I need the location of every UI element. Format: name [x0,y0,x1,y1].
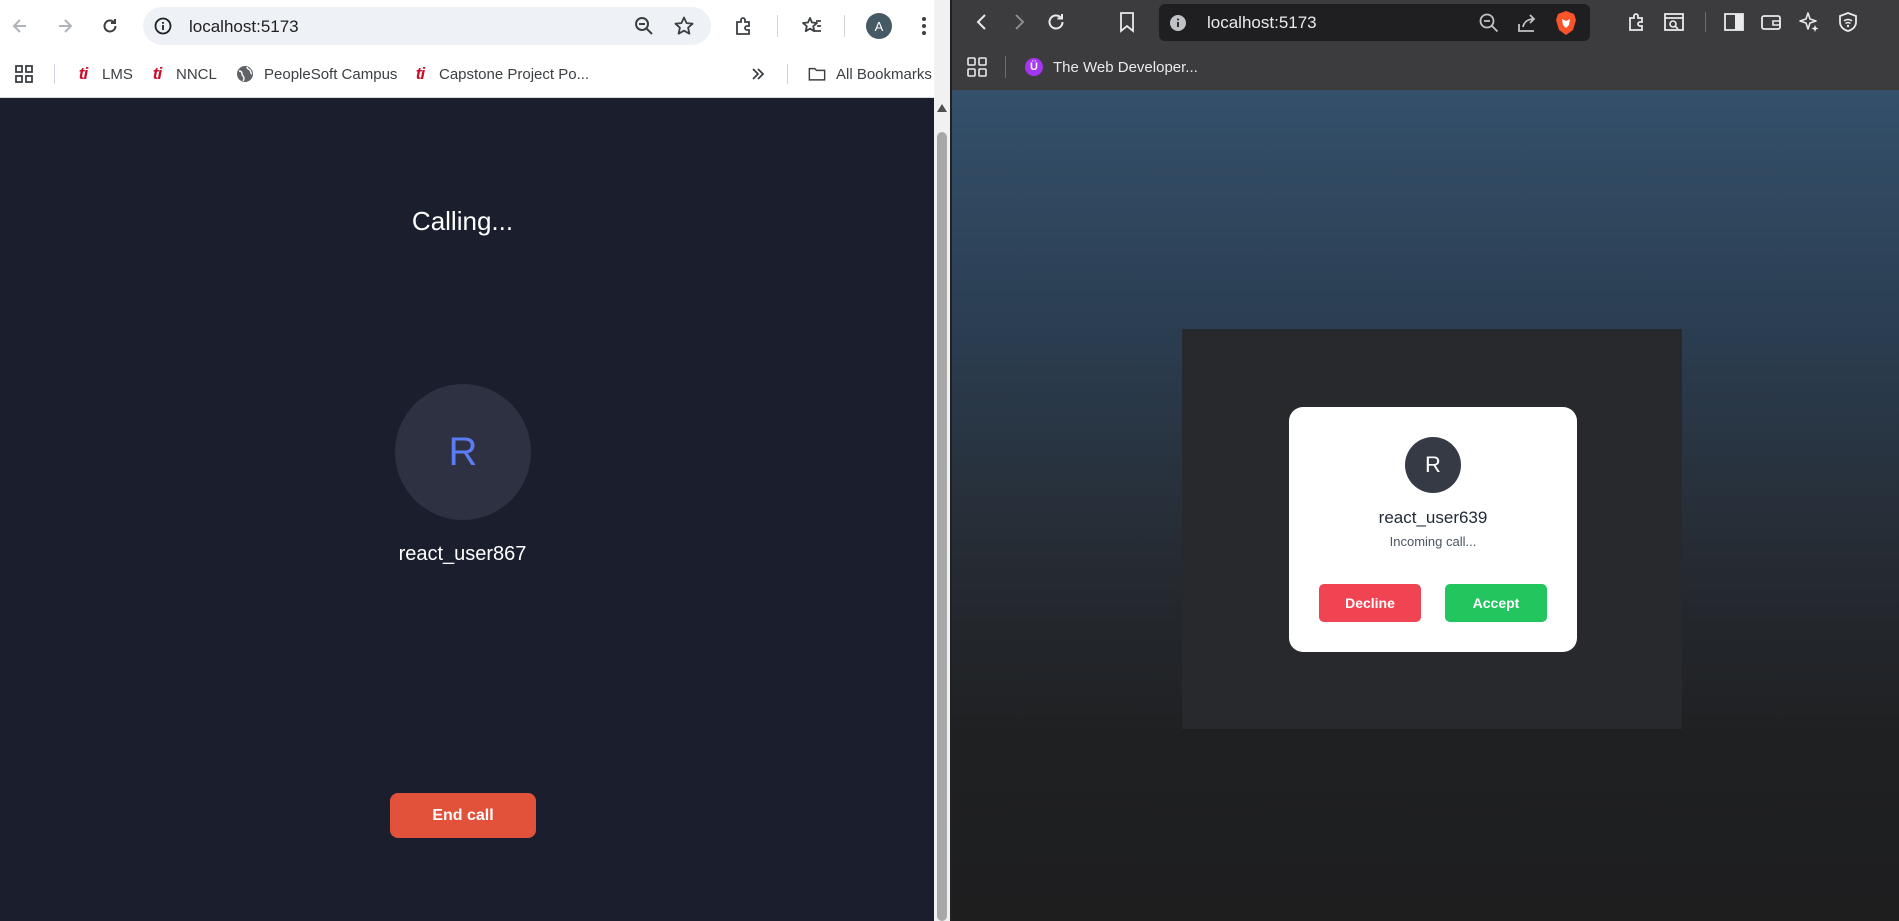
reload-icon[interactable] [1042,8,1070,36]
ti-logo-icon: ti [415,64,425,83]
bookmark-star-icon[interactable] [673,15,695,37]
folder-icon [808,65,826,83]
bookmarks-manager-icon[interactable] [796,10,828,42]
reload-icon[interactable] [94,10,126,42]
bookmark-icon[interactable] [1113,8,1141,36]
call-screen: Calling... R react_user867 End call [0,98,934,921]
more-menu-icon[interactable] [908,10,934,42]
bookmarks-overflow-chevron-icon[interactable] [750,63,766,85]
back-icon[interactable] [968,8,996,36]
toolbar-divider [777,15,778,37]
scrollbar-thumb[interactable] [937,132,947,921]
globe-icon [236,65,254,83]
accept-button[interactable]: Accept [1445,584,1547,622]
bookmark-nncl[interactable]: ti NNCL [148,63,217,85]
caller-name: react_user639 [1378,508,1488,527]
bookmark-label: LMS [102,65,133,83]
bookmark-label: The Web Developer... [1053,58,1198,76]
address-bar[interactable]: localhost:5173 [143,7,711,45]
toolbar-divider [844,15,845,37]
brave-shields-icon[interactable] [1554,10,1578,36]
sidebar-icon[interactable] [1720,8,1748,36]
bookmark-lms[interactable]: ti LMS [74,63,133,85]
apps-grid-icon[interactable] [966,56,988,78]
all-bookmarks[interactable]: All Bookmarks [808,63,932,85]
callee-name: react_user867 [398,543,527,565]
reading-list-icon[interactable] [1660,8,1688,36]
address-url: localhost:5173 [1207,13,1317,32]
all-bookmarks-label: All Bookmarks [836,65,932,83]
udemy-icon: Ü [1025,58,1043,76]
address-url: localhost:5173 [189,17,299,36]
vpn-shield-icon[interactable] [1834,8,1862,36]
bookmark-label: PeopleSoft Campus [264,65,398,83]
incoming-call-dialog: R react_user639 Incoming call... Decline… [1289,407,1577,652]
end-call-button[interactable]: End call [390,793,536,838]
brave-toolbar: localhost:5173 [952,0,1899,44]
extensions-icon[interactable] [728,10,760,42]
ti-logo-icon: ti [78,64,88,83]
toolbar-divider [1705,12,1706,32]
bookmarks-bar: Ü The Web Developer... [952,44,1899,90]
leo-ai-icon[interactable] [1795,8,1823,36]
bookmark-divider [1005,56,1006,78]
bookmark-divider [54,64,55,84]
site-info-icon[interactable] [1168,13,1188,33]
page-content: R react_user639 Incoming call... Decline… [952,90,1899,921]
bookmark-peoplesoft[interactable]: PeopleSoft Campus [236,63,397,85]
zoom-icon[interactable] [1478,12,1500,34]
scroll-up-arrow-icon[interactable] [937,104,947,112]
address-bar[interactable]: localhost:5173 [1159,4,1590,41]
left-browser-window: localhost:5173 A ti LMS ti NNCL PeopleSo… [0,0,934,921]
wallet-icon[interactable] [1757,8,1785,36]
share-icon[interactable] [1516,12,1538,34]
bookmark-divider [787,64,788,84]
forward-icon[interactable] [1005,8,1033,36]
profile-avatar[interactable]: A [866,13,892,39]
callee-avatar: R [395,384,531,520]
bookmark-label: Capstone Project Po... [439,65,590,83]
left-window-scrollbar[interactable] [934,0,952,921]
chrome-toolbar: localhost:5173 A [0,0,934,52]
site-info-icon[interactable] [153,16,173,36]
bookmark-web-developer[interactable]: Ü The Web Developer... [1025,56,1198,78]
bookmark-capstone[interactable]: ti Capstone Project Po... [411,63,589,85]
decline-button[interactable]: Decline [1319,584,1421,622]
extensions-icon[interactable] [1623,8,1651,36]
apps-grid-icon[interactable] [14,63,34,85]
right-browser-window: localhost:5173 Ü The Web Developer... R … [952,0,1899,921]
bookmarks-bar: ti LMS ti NNCL PeopleSoft Campus ti Caps… [0,52,934,98]
caller-avatar: R [1405,437,1461,493]
ti-logo-icon: ti [152,64,162,83]
forward-icon[interactable] [49,10,81,42]
zoom-icon[interactable] [633,15,655,37]
call-status: Calling... [411,206,514,236]
incoming-call-label: Incoming call... [1389,534,1477,549]
bookmark-label: NNCL [176,65,217,83]
back-icon[interactable] [4,10,36,42]
